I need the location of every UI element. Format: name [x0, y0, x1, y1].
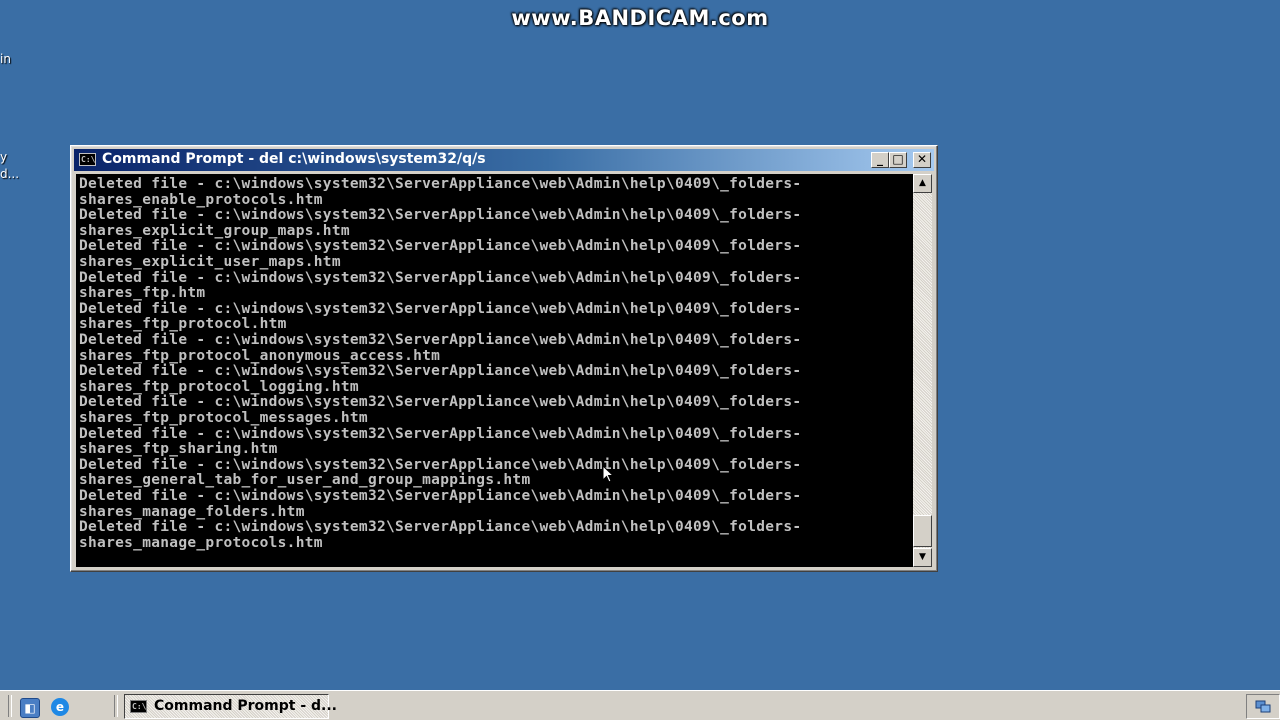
server-manager-icon[interactable]: ◧: [20, 698, 40, 718]
console-line: shares_explicit_user_maps.htm: [79, 254, 341, 270]
console-line: Deleted file - c:\windows\system32\Serve…: [79, 363, 802, 380]
console-line: shares_explicit_group_maps.htm: [79, 222, 350, 239]
taskbar-separator: [114, 695, 118, 717]
minimize-button[interactable]: _: [871, 152, 889, 168]
minimize-icon: _: [877, 152, 883, 166]
console-line: Deleted file - c:\windows\system32\Serve…: [79, 332, 802, 348]
taskbar-command-prompt-button[interactable]: C:\ Command Prompt - d...: [124, 694, 337, 719]
desktop-icon-label[interactable]: in: [0, 52, 11, 66]
console-line: shares_ftp_protocol.htm: [79, 316, 287, 333]
scroll-thumb[interactable]: [913, 515, 932, 547]
desktop-icon-label[interactable]: d...: [0, 167, 19, 181]
console-line: shares_ftp_protocol_logging.htm: [79, 378, 359, 395]
scroll-up-button[interactable]: ▲: [913, 174, 932, 193]
internet-explorer-icon[interactable]: e: [51, 698, 69, 716]
bandicam-watermark: www.BANDICAM.com: [511, 6, 769, 30]
console-line: shares_ftp.htm: [79, 285, 206, 302]
console-line: Deleted file - c:\windows\system32\Serve…: [79, 488, 802, 504]
console-line: Deleted file - c:\windows\system32\Serve…: [79, 300, 802, 317]
console-line: Deleted file - c:\windows\system32\Serve…: [79, 238, 802, 255]
console-line: shares_manage_protocols.htm: [79, 534, 323, 551]
close-button[interactable]: ✕: [913, 152, 931, 168]
window-titlebar[interactable]: C:\ Command Prompt - del c:\windows\syst…: [74, 149, 934, 171]
system-tray: [1246, 694, 1280, 719]
command-prompt-icon[interactable]: C:\: [79, 153, 96, 166]
console-line: Deleted file - c:\windows\system32\Serve…: [79, 425, 802, 442]
task-label: Command Prompt - d...: [154, 698, 337, 714]
console-output[interactable]: Deleted file - c:\windows\system32\Serve…: [76, 174, 913, 567]
console-line: Deleted file - c:\windows\system32\Serve…: [79, 269, 802, 286]
arrow-up-icon: ▲: [919, 178, 926, 188]
console-line: shares_manage_folders.htm: [79, 503, 305, 520]
close-icon: ✕: [916, 152, 928, 166]
console-line: Deleted file - c:\windows\system32\Serve…: [79, 207, 802, 224]
console-line: shares_enable_protocols.htm: [79, 191, 323, 208]
console-line: Deleted file - c:\windows\system32\Serve…: [79, 519, 802, 536]
scroll-down-button[interactable]: ▼: [913, 548, 932, 567]
console-line: shares_ftp_protocol_anonymous_access.htm: [79, 347, 441, 364]
console-line: Deleted file - c:\windows\system32\Serve…: [79, 456, 802, 473]
console-line: Deleted file - c:\windows\system32\Serve…: [79, 176, 802, 192]
maximize-icon: □: [892, 152, 904, 166]
command-prompt-window[interactable]: C:\ Command Prompt - del c:\windows\syst…: [70, 145, 938, 572]
console-line: shares_ftp_protocol_messages.htm: [79, 410, 368, 426]
command-prompt-icon: C:\: [130, 700, 147, 713]
desktop-icon-label[interactable]: y: [0, 150, 7, 164]
taskbar: ◧ e C:\ Command Prompt - d...: [0, 690, 1280, 720]
taskbar-grip: [8, 695, 12, 717]
console-line: shares_ftp_sharing.htm: [79, 441, 278, 458]
network-tray-icon[interactable]: [1255, 698, 1271, 714]
maximize-button[interactable]: □: [889, 152, 907, 168]
window-title: Command Prompt - del c:\windows\system32…: [102, 151, 486, 167]
mouse-cursor-icon: [602, 465, 614, 483]
console-line: Deleted file - c:\windows\system32\Serve…: [79, 394, 802, 411]
console-line: shares_general_tab_for_user_and_group_ma…: [79, 472, 531, 489]
vertical-scrollbar[interactable]: ▲ ▼: [913, 174, 932, 567]
arrow-down-icon: ▼: [919, 552, 926, 562]
